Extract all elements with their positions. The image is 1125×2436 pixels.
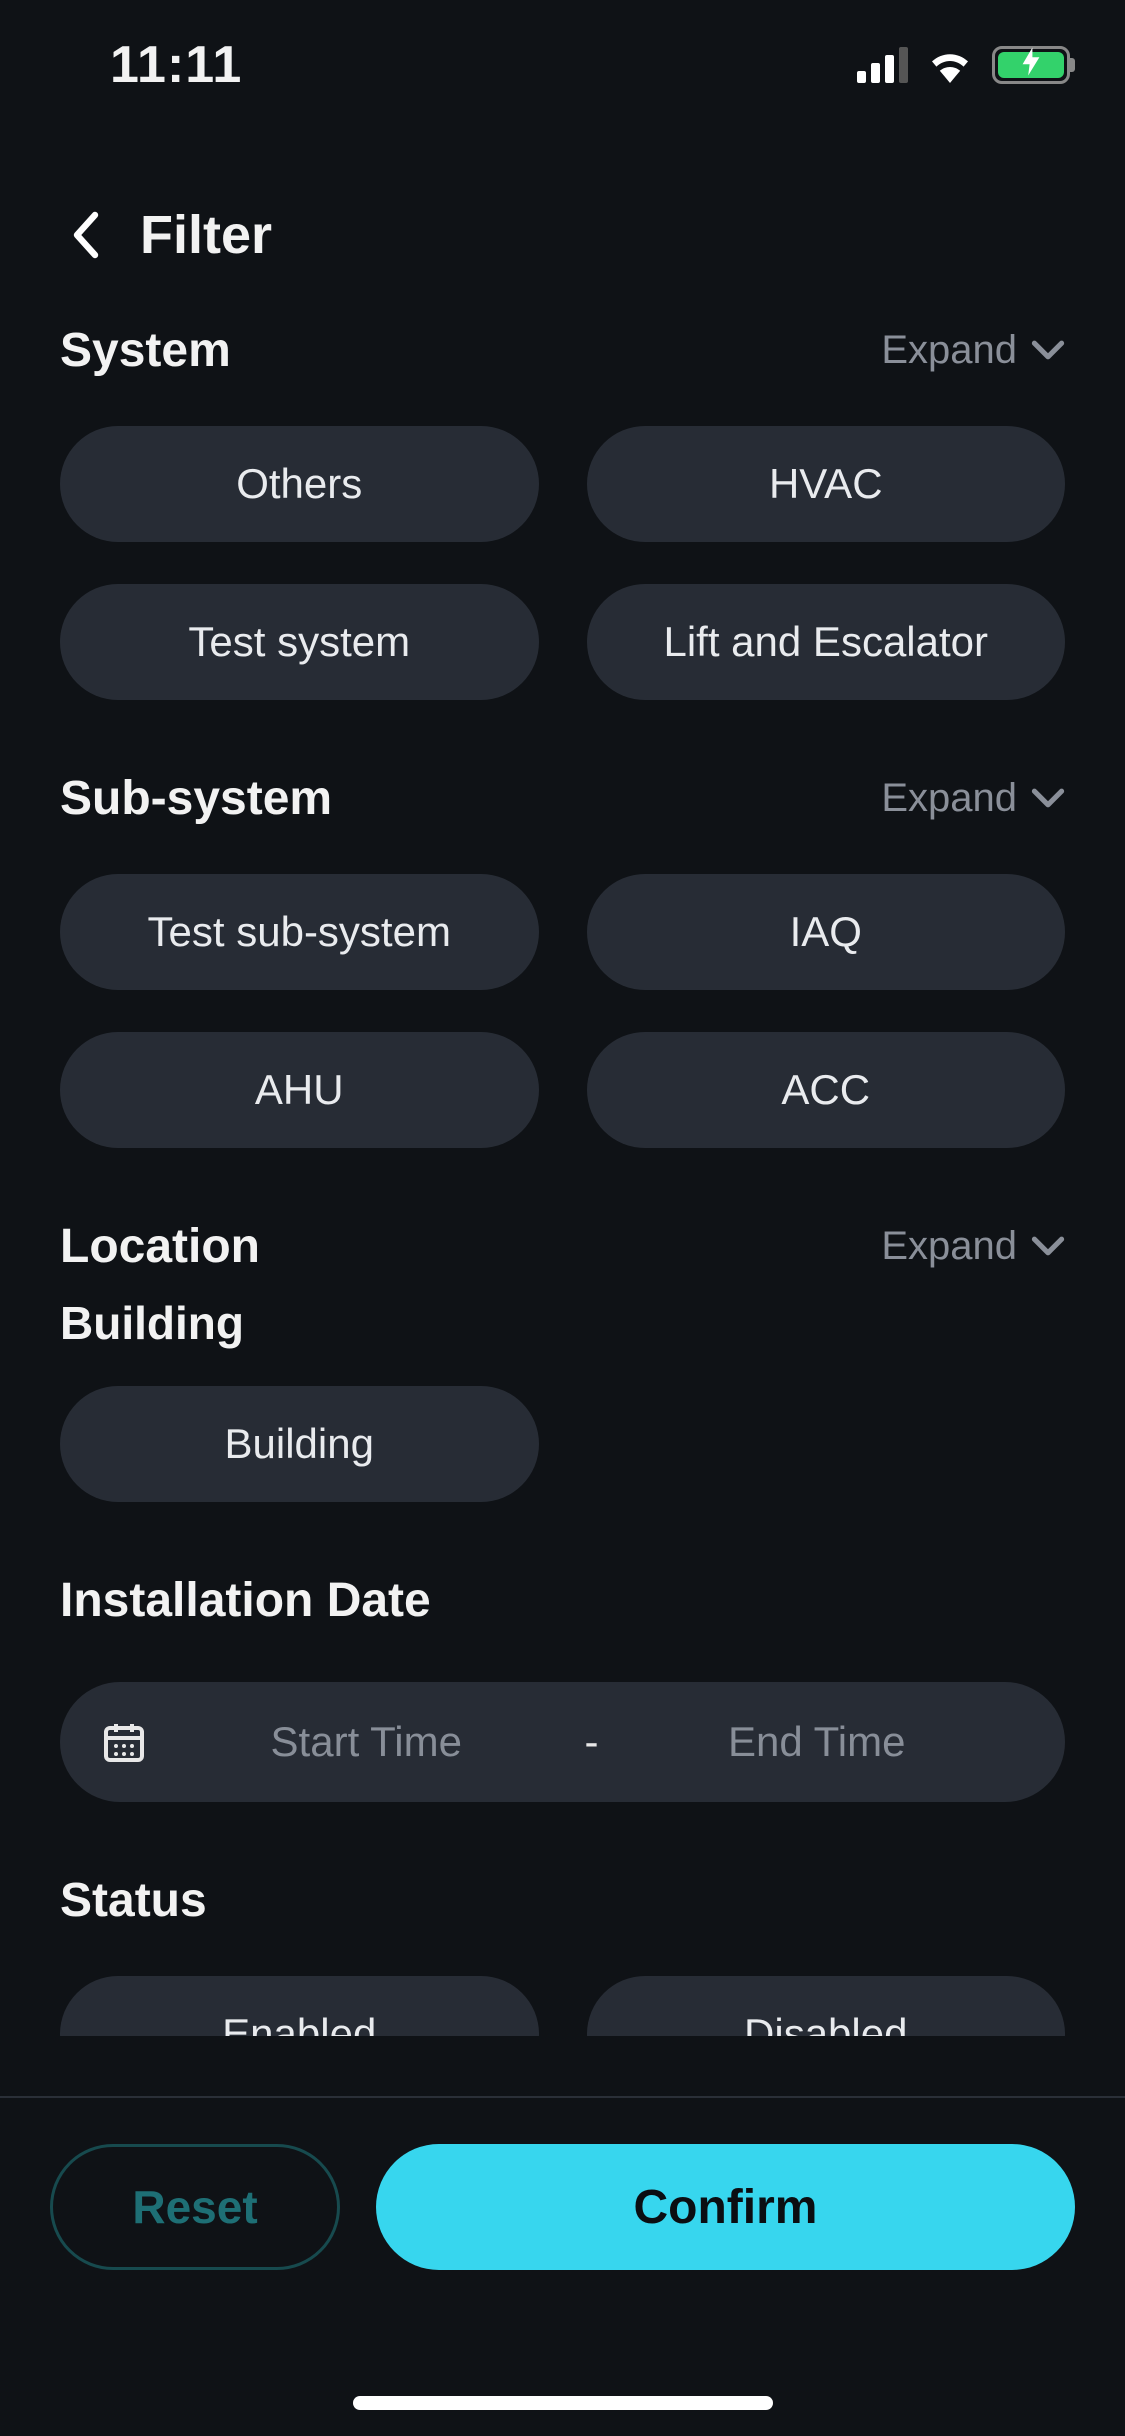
- status-icons: [857, 46, 1070, 84]
- chip-building[interactable]: Building: [60, 1386, 539, 1502]
- chevron-down-icon: [1031, 1234, 1065, 1258]
- section-status: Status Enabled Disabled: [60, 1860, 1065, 2036]
- chip-subsystem-ahu[interactable]: AHU: [60, 1032, 539, 1148]
- section-title-system: System: [60, 323, 231, 378]
- section-title-status: Status: [60, 1873, 207, 1928]
- expand-subsystem[interactable]: Expand: [881, 776, 1065, 821]
- section-title-location: Location: [60, 1219, 260, 1274]
- status-bar: 11:11: [0, 0, 1125, 130]
- section-head-subsystem: Sub-system Expand: [60, 758, 1065, 838]
- page-title: Filter: [140, 204, 272, 266]
- section-system: System Expand Others HVAC Test system Li…: [60, 310, 1065, 700]
- expand-label: Expand: [881, 776, 1017, 821]
- section-subsystem: Sub-system Expand Test sub-system IAQ AH…: [60, 758, 1065, 1148]
- back-button[interactable]: [60, 205, 110, 265]
- chip-system-lift-escalator[interactable]: Lift and Escalator: [587, 584, 1066, 700]
- calendar-icon: [100, 1718, 148, 1766]
- chip-status-enabled[interactable]: Enabled: [60, 1976, 539, 2036]
- chip-subsystem-test[interactable]: Test sub-system: [60, 874, 539, 990]
- chip-subsystem-iaq[interactable]: IAQ: [587, 874, 1066, 990]
- section-title-subsystem: Sub-system: [60, 771, 332, 826]
- filter-content: System Expand Others HVAC Test system Li…: [0, 300, 1125, 2096]
- section-head-system: System Expand: [60, 310, 1065, 390]
- section-title-installation-date: Installation Date: [60, 1573, 431, 1628]
- expand-location[interactable]: Expand: [881, 1224, 1065, 1269]
- location-subtitle-building: Building: [60, 1296, 1065, 1350]
- cellular-icon: [857, 47, 908, 83]
- chevron-down-icon: [1031, 338, 1065, 362]
- confirm-button[interactable]: Confirm: [376, 2144, 1075, 2270]
- reset-button[interactable]: Reset: [50, 2144, 340, 2270]
- section-installation-date: Installation Date Start Time - End Time: [60, 1560, 1065, 1802]
- expand-label: Expand: [881, 328, 1017, 373]
- chevron-left-icon: [71, 211, 99, 259]
- end-time-input[interactable]: End Time: [609, 1718, 1026, 1766]
- chip-system-hvac[interactable]: HVAC: [587, 426, 1066, 542]
- chip-status-disabled[interactable]: Disabled: [587, 1976, 1066, 2036]
- start-time-input[interactable]: Start Time: [158, 1718, 575, 1766]
- home-indicator: [353, 2396, 773, 2410]
- chevron-down-icon: [1031, 786, 1065, 810]
- status-time: 11:11: [110, 35, 242, 95]
- section-head-location: Location Expand: [60, 1206, 1065, 1286]
- expand-system[interactable]: Expand: [881, 328, 1065, 373]
- battery-charging-icon: [992, 46, 1070, 84]
- section-location: Location Expand Building Building: [60, 1206, 1065, 1502]
- chip-system-test-system[interactable]: Test system: [60, 584, 539, 700]
- chip-system-others[interactable]: Others: [60, 426, 539, 542]
- section-head-status: Status: [60, 1860, 1065, 1940]
- date-range-field[interactable]: Start Time - End Time: [60, 1682, 1065, 1802]
- chip-subsystem-acc[interactable]: ACC: [587, 1032, 1066, 1148]
- expand-label: Expand: [881, 1224, 1017, 1269]
- section-head-installation-date: Installation Date: [60, 1560, 1065, 1640]
- date-separator: -: [575, 1718, 609, 1766]
- page-header: Filter: [0, 185, 1125, 285]
- footer-actions: Reset Confirm: [0, 2096, 1125, 2436]
- wifi-icon: [926, 47, 974, 83]
